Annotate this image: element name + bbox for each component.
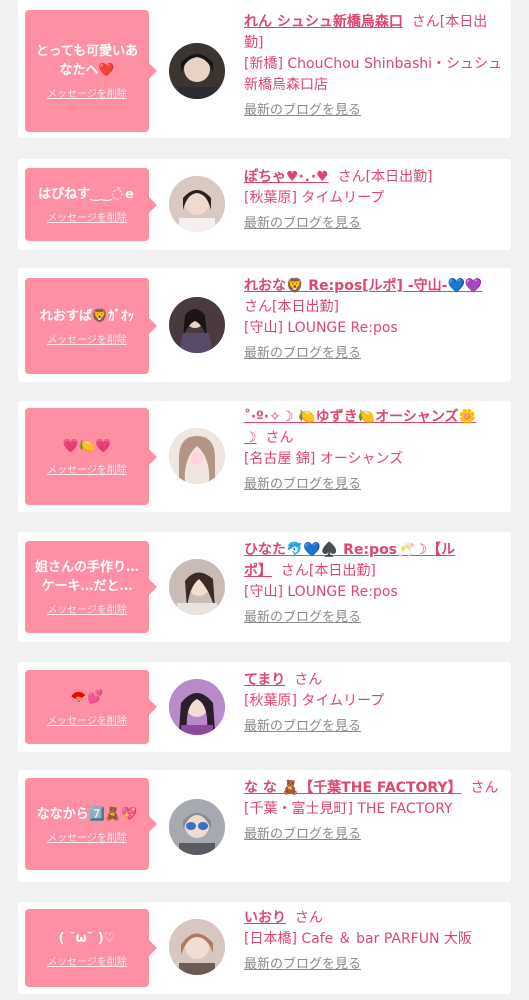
shop-name: [秋葉原] タイムリープ: [244, 190, 385, 206]
delete-message-link[interactable]: メッセージを削除: [47, 829, 127, 844]
cast-name-link[interactable]: いおり: [244, 910, 286, 926]
honorific: さん: [337, 169, 366, 185]
message-card: とっても可愛いあなたへ❤️ メッセージを削除 れん シュシュ新橋烏森口 さん[本…: [18, 0, 511, 138]
cast-info: ˚‧º·✧☽ 🍋ゆずき🍋オーシャンズ🌼☽ さん [名古屋 錦] オーシャンズ 最…: [244, 407, 505, 495]
honorific: さん: [294, 672, 323, 688]
message-bubble: はぴねす‿‿◌̀ｅ メッセージを削除: [25, 168, 157, 241]
shop-name: [名古屋 錦] オーシャンズ: [244, 451, 404, 467]
latest-blog-link[interactable]: 最新のブログを見る: [244, 954, 361, 975]
cast-info: れおな🦁 Re:pos[ルポ] -守山-💙💜 さん[本日出勤] [守山] LOU…: [244, 276, 505, 364]
honorific: さん: [265, 430, 294, 446]
message-bubble: ( ˘ω˘ )♡ メッセージを削除: [25, 909, 157, 987]
delete-message-link[interactable]: メッセージを削除: [47, 461, 127, 476]
message-bubble: 💗🍋💗 メッセージを削除: [25, 408, 157, 505]
latest-blog-link[interactable]: 最新のブログを見る: [244, 716, 361, 737]
cast-name-link[interactable]: てまり: [244, 672, 285, 688]
delete-message-link[interactable]: メッセージを削除: [47, 331, 127, 346]
message-bubble: 🪭💕 メッセージを削除: [25, 670, 157, 744]
cast-name-link[interactable]: ぽちゃ♥·．·♥: [244, 169, 329, 185]
avatar[interactable]: [169, 428, 225, 484]
delete-message-link[interactable]: メッセージを削除: [47, 85, 127, 100]
shop-name: [日本橋] Cafe ＆ bar PARFUN 大阪: [244, 931, 472, 947]
work-status: [本日出勤]: [365, 169, 433, 185]
message-text: 💗🍋💗: [62, 439, 112, 454]
honorific: さん: [244, 299, 272, 315]
honorific: さん: [280, 563, 309, 579]
cast-info: てまり さん [秋葉原] タイムリープ 最新のブログを見る: [244, 670, 505, 737]
avatar[interactable]: [169, 297, 225, 353]
message-card: ななから7️⃣🧸💖 メッセージを削除 な な 🧸【千葉THE FACTORY】 …: [18, 770, 511, 882]
honorific: さん: [470, 780, 499, 796]
shop-name: [守山] LOUNGE Re:pos: [244, 320, 398, 336]
cast-info: ぽちゃ♥·．·♥ さん[本日出勤] [秋葉原] タイムリープ 最新のブログを見る: [244, 167, 505, 234]
message-text: ( ˘ω˘ )♡: [58, 930, 116, 946]
shop-name: [千葉・富士見町] THE FACTORY: [244, 801, 453, 817]
avatar[interactable]: [169, 799, 225, 855]
latest-blog-link[interactable]: 最新のブログを見る: [244, 607, 361, 628]
message-text: れおすぱ🦁ｶﾞｵｯ: [39, 308, 135, 324]
work-status: [本日出勤]: [308, 563, 376, 579]
message-text: とっても可愛いあなたへ❤️: [35, 44, 139, 78]
latest-blog-link[interactable]: 最新のブログを見る: [244, 474, 361, 495]
message-card: れおすぱ🦁ｶﾞｵｯ メッセージを削除 れおな🦁 Re:pos[ルポ] -守山-💙…: [18, 268, 511, 382]
shop-name: [秋葉原] タイムリープ: [244, 693, 385, 709]
message-text: ななから7️⃣🧸💖: [36, 806, 138, 822]
cast-info: れん シュシュ新橋烏森口 さん[本日出勤] [新橋] ChouChou Shin…: [244, 12, 505, 121]
avatar[interactable]: [169, 679, 225, 735]
avatar[interactable]: [169, 176, 225, 232]
cast-name-link[interactable]: な な 🧸【千葉THE FACTORY】: [244, 780, 462, 796]
message-text: 姐さんの手作り…ケーキ…だと…: [34, 560, 139, 594]
honorific: さん: [294, 910, 323, 926]
latest-blog-link[interactable]: 最新のブログを見る: [244, 213, 361, 234]
message-card: 💗🍋💗 メッセージを削除 ˚‧º·✧☽ 🍋ゆずき🍋オーシャンズ🌼☽ さん [名古…: [18, 401, 511, 512]
avatar[interactable]: [169, 43, 225, 99]
message-bubble: ななから7️⃣🧸💖 メッセージを削除: [25, 778, 157, 870]
work-status: [本日出勤]: [272, 299, 339, 315]
delete-message-link[interactable]: メッセージを削除: [47, 209, 127, 224]
shop-name: [守山] LOUNGE Re:pos: [244, 584, 398, 600]
message-text: 🪭💕: [70, 689, 104, 705]
cast-info: ひなた🐬💙♠️ Re:pos🥂☽【ルポ】 さん[本日出勤] [守山] LOUNG…: [244, 540, 505, 628]
message-card: 姐さんの手作り…ケーキ…だと… メッセージを削除 ひなた🐬💙♠️ Re:pos🥂…: [18, 532, 511, 642]
latest-blog-link[interactable]: 最新のブログを見る: [244, 100, 361, 121]
latest-blog-link[interactable]: 最新のブログを見る: [244, 824, 361, 845]
message-card: はぴねす‿‿◌̀ｅ メッセージを削除 ぽちゃ♥·．·♥ さん[本日出勤] [秋葉…: [18, 159, 511, 250]
message-card: ( ˘ω˘ )♡ メッセージを削除 いおり さん [日本橋] Cafe ＆ ba…: [18, 902, 511, 994]
message-bubble: れおすぱ🦁ｶﾞｵｯ メッセージを削除: [25, 278, 157, 374]
avatar[interactable]: [169, 559, 225, 615]
message-bubble: とっても可愛いあなたへ❤️ メッセージを削除: [25, 10, 157, 132]
cast-name-link[interactable]: れん シュシュ新橋烏森口: [244, 14, 403, 30]
honorific: さん: [411, 14, 440, 30]
message-bubble: 姐さんの手作り…ケーキ…だと… メッセージを削除: [25, 541, 157, 633]
delete-message-link[interactable]: メッセージを削除: [47, 712, 127, 727]
latest-blog-link[interactable]: 最新のブログを見る: [244, 343, 361, 364]
shop-name: [新橋] ChouChou Shinbashi・シュシュ新橋烏森口店: [244, 56, 503, 93]
cast-info: いおり さん [日本橋] Cafe ＆ bar PARFUN 大阪 最新のブログ…: [244, 908, 505, 975]
delete-message-link[interactable]: メッセージを削除: [47, 601, 127, 616]
cast-info: な な 🧸【千葉THE FACTORY】 さん [千葉・富士見町] THE FA…: [244, 778, 505, 845]
cast-name-link[interactable]: れおな🦁 Re:pos[ルポ] -守山-💙💜: [244, 278, 482, 294]
message-card: 🪭💕 メッセージを削除 てまり さん [秋葉原] タイムリープ 最新のブログを見…: [18, 662, 511, 752]
message-text: はぴねす‿‿◌̀ｅ: [38, 187, 136, 202]
avatar[interactable]: [169, 919, 225, 975]
delete-message-link[interactable]: メッセージを削除: [47, 953, 127, 968]
